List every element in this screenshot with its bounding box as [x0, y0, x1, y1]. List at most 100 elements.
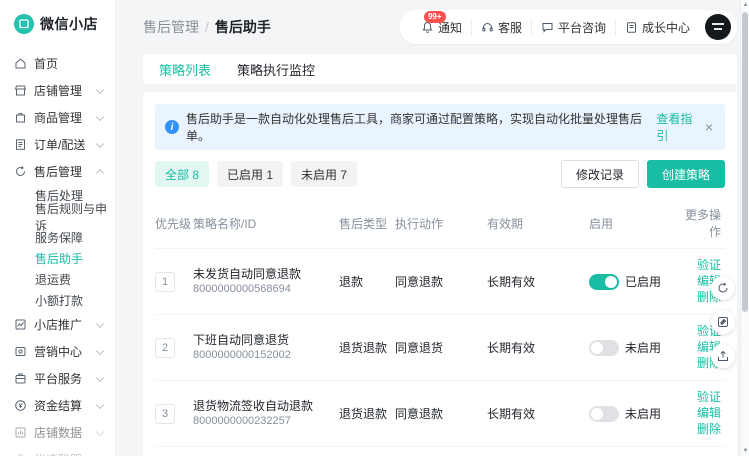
table-row: 1 未发货自动同意退款8000000000568694 退款 同意退款 长期有效… — [155, 248, 725, 314]
chevron-down-icon — [96, 427, 104, 435]
chat-bubble-icon — [541, 21, 554, 34]
sidebar-item-orders[interactable]: 订单/配送 — [0, 131, 115, 158]
aftersale-type: 退款 — [339, 273, 395, 290]
app-window: 微信小店 首页 店铺管理 商品管理 订单/配送 — [0, 0, 749, 456]
strategy-name: 未发货自动同意退款 — [193, 266, 339, 282]
tab-bar: 策略列表 策略执行监控 — [143, 54, 737, 84]
merchant-avatar[interactable] — [705, 14, 731, 40]
product-bag-icon — [14, 111, 27, 124]
view-guide-link[interactable]: 查看指引 — [656, 110, 702, 144]
sidebar-item-marketing[interactable]: 营销中心 — [0, 338, 115, 365]
strategy-card: i 售后助手是一款自动化处理售后工具，商家可通过配置策略，实现自动化批量处理售后… — [143, 92, 737, 456]
chevron-down-icon — [96, 346, 104, 354]
sidebar-item-store-mgmt[interactable]: 店铺管理 — [0, 77, 115, 104]
page-title: 售后助手 — [215, 19, 271, 35]
sidebar-item-home[interactable]: 首页 — [0, 50, 115, 77]
breadcrumb: 售后管理/售后助手 — [143, 17, 271, 37]
briefcase-icon — [14, 372, 27, 385]
growth-doc-icon — [625, 21, 638, 34]
enable-toggle[interactable] — [589, 406, 619, 422]
exec-action: 同意退款 — [395, 405, 487, 422]
export-float-button[interactable] — [711, 344, 735, 368]
header-toolbar: 通知 99+ 客服 平台咨询 成长中心 — [400, 10, 737, 44]
chevron-down-icon — [96, 85, 104, 93]
sidebar-subitem-rules-appeal[interactable]: 售后规则与申诉 — [0, 206, 115, 227]
sidebar-subitem-return-shipping[interactable]: 退运费 — [0, 269, 115, 290]
breadcrumb-parent[interactable]: 售后管理 — [143, 19, 199, 35]
verify-link[interactable]: 验证 — [697, 258, 721, 273]
sidebar-subitem-aftersale-assistant[interactable]: 售后助手 — [0, 248, 115, 269]
sidebar-item-funds[interactable]: 资金结算 — [0, 392, 115, 419]
strategy-name: 退货物流签收自动退款 — [193, 398, 339, 414]
enable-toggle[interactable] — [589, 274, 619, 290]
exec-action: 同意退货 — [395, 339, 487, 356]
notice-count-badge: 99+ — [424, 11, 446, 23]
refresh-float-button[interactable] — [711, 276, 735, 300]
filter-enabled[interactable]: 已启用 1 — [217, 161, 283, 187]
feedback-pencil-icon — [717, 316, 729, 328]
growth-center-button[interactable]: 成长中心 — [615, 19, 699, 36]
sidebar-item-aftersale-mgmt[interactable]: 售后管理 — [0, 158, 115, 185]
strategy-id: 8000000000232257 — [193, 414, 339, 429]
create-strategy-button[interactable]: 创建策略 — [647, 160, 725, 188]
filter-all[interactable]: 全部 8 — [155, 161, 209, 187]
strategy-id: 8000000000152002 — [193, 348, 339, 363]
feedback-float-button[interactable] — [711, 310, 735, 334]
table-row: 3 退货物流签收自动退款8000000000232257 退货退款 同意退款 长… — [155, 380, 725, 446]
close-icon[interactable]: × — [703, 119, 715, 135]
main-area: 售后管理/售后助手 通知 99+ 客服 平台咨询 成长中心 — [116, 0, 749, 456]
delete-link[interactable]: 删除 — [697, 422, 721, 437]
sidebar-subitem-small-payment[interactable]: 小额打款 — [0, 290, 115, 311]
banner-text: 售后助手是一款自动化处理售后工具，商家可通过配置策略，实现自动化批量处理售后单。 — [186, 110, 650, 144]
notice-button[interactable]: 通知 99+ — [412, 19, 471, 36]
order-doc-icon — [14, 138, 27, 151]
verify-link[interactable]: 验证 — [697, 390, 721, 405]
store-icon — [14, 84, 27, 97]
filter-row: 全部 8 已启用 1 未启用 7 修改记录 创建策略 — [155, 160, 725, 188]
chevron-down-icon — [96, 400, 104, 408]
enable-toggle[interactable] — [589, 340, 619, 356]
sidebar-item-store-data[interactable]: 店铺数据 — [0, 419, 115, 446]
table-header: 优先级 策略名称/ID 售后类型 执行动作 有效期 启用 更多操作 — [155, 200, 725, 248]
chevron-down-icon — [96, 112, 104, 120]
sidebar-item-alliance[interactable]: 优选联盟 — [0, 446, 115, 456]
info-icon: i — [165, 120, 179, 134]
sidebar-item-product-mgmt[interactable]: 商品管理 — [0, 104, 115, 131]
headset-icon — [481, 21, 494, 34]
sidebar-item-promotion[interactable]: 小店推广 — [0, 311, 115, 338]
floating-toolbar — [711, 276, 735, 368]
export-up-icon — [717, 350, 729, 362]
sidebar-item-platform-service[interactable]: 平台服务 — [0, 365, 115, 392]
chevron-down-icon — [96, 373, 104, 381]
app-logo[interactable]: 微信小店 — [0, 0, 115, 40]
scroll-down-arrow[interactable]: ▼ — [741, 446, 749, 456]
table-row: 4 不退货自动同意直接退款8000000000056001 退货退款 不退货自动… — [155, 446, 725, 456]
tab-strategy-monitor[interactable]: 策略执行监控 — [237, 60, 315, 79]
promotion-chart-icon — [14, 318, 27, 331]
home-icon — [14, 57, 27, 70]
exec-action: 同意退款 — [395, 273, 487, 290]
filter-disabled[interactable]: 未启用 7 — [291, 161, 357, 187]
priority-badge: 3 — [155, 404, 175, 424]
enable-label: 已启用 — [625, 273, 661, 290]
strategy-name: 下班自动同意退货 — [193, 332, 339, 348]
wechat-shop-logo-icon — [14, 14, 34, 34]
marketing-icon — [14, 345, 27, 358]
chevron-down-icon — [96, 139, 104, 147]
data-chart-icon — [14, 426, 27, 439]
strategy-id: 8000000000568694 — [193, 282, 339, 297]
priority-badge: 2 — [155, 338, 175, 358]
platform-consult-button[interactable]: 平台咨询 — [531, 19, 615, 36]
chevron-down-icon — [96, 319, 104, 327]
tab-strategy-list[interactable]: 策略列表 — [159, 60, 211, 79]
scroll-up-arrow[interactable]: ▲ — [741, 0, 749, 10]
modify-log-button[interactable]: 修改记录 — [561, 160, 639, 188]
app-title: 微信小店 — [40, 14, 98, 34]
priority-badge: 1 — [155, 272, 175, 292]
enable-label: 未启用 — [625, 339, 661, 356]
edit-link[interactable]: 编辑 — [697, 406, 721, 421]
top-bar: 售后管理/售后助手 通知 99+ 客服 平台咨询 成长中心 — [143, 0, 737, 54]
sidebar: 微信小店 首页 店铺管理 商品管理 订单/配送 — [0, 0, 116, 456]
scrollbar-thumb[interactable] — [742, 12, 748, 312]
customer-service-button[interactable]: 客服 — [471, 19, 531, 36]
